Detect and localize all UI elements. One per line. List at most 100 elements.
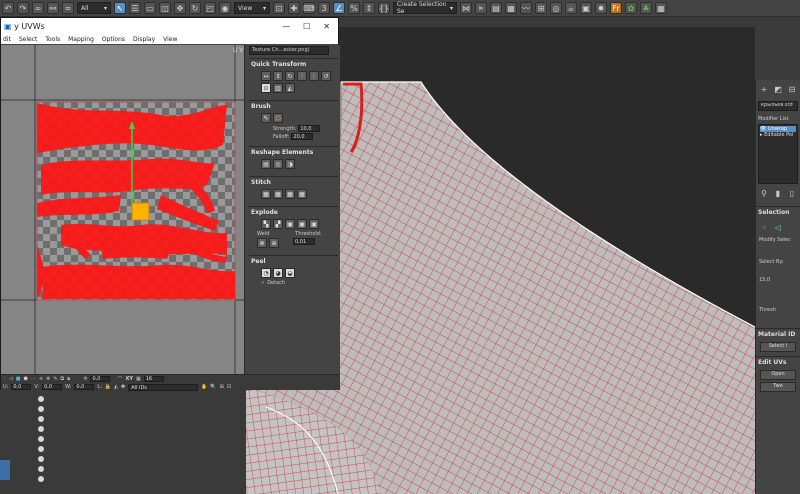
falloff-spinner[interactable]: 20,0 bbox=[291, 133, 314, 140]
detach-edge-icon[interactable]: ▞ bbox=[273, 219, 283, 229]
create-tab-icon[interactable]: + bbox=[759, 84, 769, 94]
plugin-leaf-icon[interactable]: ✿ bbox=[625, 2, 637, 14]
reference-coord-dropdown[interactable]: View ▾ bbox=[234, 2, 270, 14]
select-manipulate-icon[interactable]: ✚ bbox=[288, 2, 300, 14]
straighten-selection-icon[interactable]: ▤ bbox=[261, 159, 271, 169]
angle-value[interactable]: 15,0 bbox=[756, 276, 800, 284]
zoom-icon[interactable]: 🔍 bbox=[210, 384, 216, 390]
render-setup-icon[interactable]: ☕ bbox=[565, 2, 577, 14]
relax-until-flat-icon[interactable]: ◎ bbox=[273, 159, 283, 169]
redo-icon[interactable]: ↷ bbox=[17, 2, 29, 14]
window-crossing-icon[interactable]: ◫ bbox=[159, 2, 171, 14]
modifier-stack[interactable]: 👁 Unwrap ▸ Editable Pol bbox=[758, 124, 798, 184]
detach-checkbox[interactable]: ✓ bbox=[261, 280, 265, 286]
open-uv-editor-button[interactable]: Open bbox=[760, 370, 796, 380]
plugin-tree-icon[interactable]: ♣ bbox=[640, 2, 652, 14]
straighten-icon[interactable]: ▥ bbox=[273, 83, 283, 93]
flatten-by-polygon-icon[interactable]: ▣ bbox=[285, 219, 295, 229]
modify-tab-icon[interactable]: ◩ bbox=[773, 84, 783, 94]
vertex-icon[interactable]: ⁖ bbox=[759, 222, 769, 232]
ids-dropdown[interactable]: All IDs bbox=[128, 383, 199, 391]
weld-selected-icon[interactable]: ⊗ bbox=[257, 238, 267, 248]
pan-icon[interactable]: ✋ bbox=[201, 384, 207, 390]
keyboard-shortcut-icon[interactable]: ⌨ bbox=[303, 2, 315, 14]
paint-select-icon[interactable]: ✎ bbox=[53, 376, 57, 382]
placement-icon[interactable]: ◉ bbox=[219, 2, 231, 14]
flatten-by-material-icon[interactable]: ▣ bbox=[309, 219, 319, 229]
explorer-blue-tab[interactable] bbox=[0, 460, 10, 480]
reshape-title[interactable]: Reshape Elements bbox=[251, 149, 336, 156]
break-icon[interactable]: ▚ bbox=[261, 219, 271, 229]
menu-view[interactable]: View bbox=[163, 36, 177, 43]
edit-named-selection-icon[interactable]: {} bbox=[378, 2, 390, 14]
make-unique-icon[interactable]: ▯ bbox=[787, 188, 797, 198]
face-mode-icon[interactable]: ■ bbox=[16, 376, 21, 382]
flip-icon[interactable]: ◭ bbox=[285, 83, 295, 93]
select-move-icon[interactable]: ✥ bbox=[174, 2, 186, 14]
visibility-eye-icon[interactable] bbox=[38, 426, 44, 432]
rotate-cw-icon[interactable]: ↻ bbox=[285, 71, 295, 81]
pin-stack-icon[interactable]: ⚲ bbox=[759, 188, 769, 198]
select-by-name-icon[interactable]: ☰ bbox=[129, 2, 141, 14]
curve-tool-icon[interactable]: ⌒ bbox=[117, 376, 122, 383]
weld-target-icon[interactable]: ⊕ bbox=[269, 238, 279, 248]
visibility-eye-icon[interactable] bbox=[38, 396, 44, 402]
v-spinner[interactable]: 0,0 bbox=[42, 384, 63, 390]
visibility-eye-icon[interactable] bbox=[38, 476, 44, 482]
grow-icon[interactable]: ✛ bbox=[39, 376, 43, 382]
angle-snap-icon[interactable]: ∠ bbox=[333, 2, 345, 14]
schematic-view-icon[interactable]: ⊞ bbox=[535, 2, 547, 14]
xy-toggle[interactable]: XY bbox=[126, 376, 133, 382]
menu-mapping[interactable]: Mapping bbox=[68, 36, 94, 43]
render-production-icon[interactable]: ✹ bbox=[595, 2, 607, 14]
settings-icon[interactable]: ✲ bbox=[83, 376, 87, 382]
strength-spinner[interactable]: 10,0 bbox=[298, 125, 321, 132]
zoom-extents-icon[interactable]: ⊡ bbox=[227, 384, 231, 390]
selection-rollout-title[interactable]: Selection bbox=[756, 206, 800, 218]
edge-mode-icon[interactable]: ◁ bbox=[9, 376, 13, 382]
show-end-result-icon[interactable]: ▮ bbox=[773, 188, 783, 198]
visibility-eye-icon[interactable] bbox=[38, 406, 44, 412]
layer-explorer-icon[interactable]: ▤ bbox=[490, 2, 502, 14]
peel-mode-icon[interactable]: ◕ bbox=[273, 268, 283, 278]
stack-item-editable-poly[interactable]: ▸ Editable Pol bbox=[760, 132, 796, 138]
lock-icon[interactable]: 🔒 bbox=[105, 384, 111, 390]
select-object-icon[interactable]: ↖ bbox=[114, 2, 126, 14]
stitch-average-icon[interactable]: ▦ bbox=[273, 189, 283, 199]
stitch-title[interactable]: Stitch bbox=[251, 179, 336, 186]
relax-brush-icon[interactable]: ⬡ bbox=[273, 113, 283, 123]
rotate-ccw-icon[interactable]: ↺ bbox=[321, 71, 331, 81]
maximize-icon[interactable]: ☐ bbox=[303, 22, 310, 31]
paint-move-icon[interactable]: ✎ bbox=[261, 113, 271, 123]
unlink-icon[interactable]: ⚯ bbox=[47, 2, 59, 14]
visibility-eye-icon[interactable] bbox=[38, 436, 44, 442]
grid-value-spinner[interactable]: 16 bbox=[143, 376, 164, 382]
menu-select[interactable]: Select bbox=[19, 36, 38, 43]
snaps-toggle-icon[interactable]: 3 bbox=[318, 2, 330, 14]
named-selection-dropdown[interactable]: Create Selection Se ▾ bbox=[393, 1, 457, 15]
select-rotate-icon[interactable]: ↻ bbox=[189, 2, 201, 14]
selection-filter-dropdown[interactable]: All ▾ bbox=[77, 2, 111, 14]
quick-peel-icon[interactable]: ◔ bbox=[261, 268, 271, 278]
visibility-eye-icon[interactable] bbox=[38, 466, 44, 472]
link-icon[interactable]: ∞ bbox=[32, 2, 44, 14]
edit-uvs-rollout-title[interactable]: Edit UVs bbox=[756, 356, 800, 368]
spinner-snap-icon[interactable]: ⇕ bbox=[363, 2, 375, 14]
select-id-button[interactable]: Select I bbox=[760, 342, 796, 352]
pivot-center-icon[interactable]: ⊡ bbox=[273, 2, 285, 14]
object-name-field[interactable]: крыльев.std bbox=[758, 101, 798, 111]
w-spinner[interactable]: 0,0 bbox=[74, 384, 95, 390]
minimize-icon[interactable]: — bbox=[282, 22, 290, 31]
ring-icon[interactable]: ⧈ bbox=[67, 376, 70, 382]
shrink-icon[interactable]: ✜ bbox=[46, 376, 50, 382]
space-vertical-icon[interactable]: ⋮ bbox=[309, 71, 319, 81]
undo-icon[interactable]: ↶ bbox=[2, 2, 14, 14]
explode-title[interactable]: Explode bbox=[251, 209, 336, 216]
visibility-eye-icon[interactable] bbox=[38, 446, 44, 452]
menu-edit[interactable]: dit bbox=[3, 36, 11, 43]
menu-tools[interactable]: Tools bbox=[45, 36, 60, 43]
align-icon[interactable]: ⫸ bbox=[475, 2, 487, 14]
peel-title[interactable]: Peel bbox=[251, 258, 336, 265]
rendered-frame-icon[interactable]: ▣ bbox=[580, 2, 592, 14]
hierarchy-tab-icon[interactable]: ⊟ bbox=[787, 84, 797, 94]
